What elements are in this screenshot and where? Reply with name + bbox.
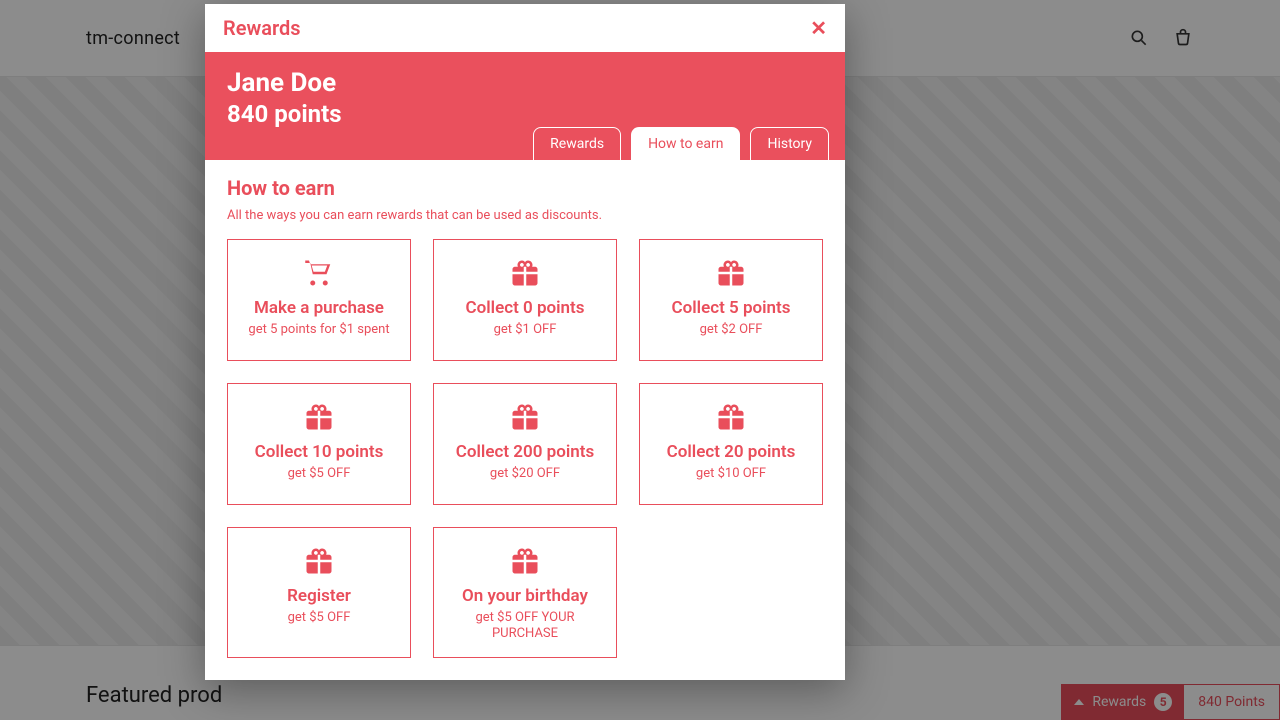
gift-icon	[509, 258, 541, 288]
gift-icon	[303, 546, 335, 576]
earn-card-desc: get $2 OFF	[700, 322, 763, 338]
earn-card[interactable]: Make a purchase get 5 points for $1 spent	[227, 239, 411, 361]
user-points: 840 points	[227, 100, 823, 128]
modal-header: Rewards ✕	[205, 4, 845, 52]
tab-history[interactable]: History	[750, 127, 829, 160]
modal-hero: Jane Doe 840 points Rewards How to earn …	[205, 52, 845, 160]
earn-card[interactable]: Register get $5 OFF	[227, 527, 411, 658]
earn-card[interactable]: Collect 20 points get $10 OFF	[639, 383, 823, 505]
earn-card-desc: get $1 OFF	[494, 322, 557, 338]
earn-card-title: Collect 200 points	[456, 442, 594, 462]
close-icon[interactable]: ✕	[810, 18, 827, 38]
user-name: Jane Doe	[227, 68, 823, 98]
earn-card-title: Register	[287, 586, 351, 606]
earn-card[interactable]: Collect 10 points get $5 OFF	[227, 383, 411, 505]
gift-icon	[303, 402, 335, 432]
modal-title: Rewards	[223, 16, 301, 40]
tab-how-to-earn[interactable]: How to earn	[631, 127, 740, 160]
earn-card[interactable]: On your birthday get $5 OFF YOUR PURCHASE	[433, 527, 617, 658]
earn-card-desc: get $20 OFF	[490, 466, 560, 482]
earn-card-title: Collect 10 points	[255, 442, 384, 462]
earn-card-desc: get $5 OFF	[288, 466, 351, 482]
earn-card-desc: get $10 OFF	[696, 466, 766, 482]
section-title: How to earn	[227, 176, 823, 200]
gift-icon	[509, 546, 541, 576]
earn-card-title: Collect 0 points	[466, 298, 585, 318]
earn-card-desc: get $5 OFF YOUR PURCHASE	[446, 610, 604, 643]
earn-card-title: Make a purchase	[254, 298, 384, 318]
earn-card-desc: get 5 points for $1 spent	[248, 322, 389, 338]
gift-icon	[715, 402, 747, 432]
earn-cards-grid: Make a purchase get 5 points for $1 spent…	[227, 239, 823, 658]
earn-card-title: Collect 20 points	[667, 442, 796, 462]
earn-card-title: On your birthday	[462, 586, 588, 606]
section-subtitle: All the ways you can earn rewards that c…	[227, 208, 823, 223]
earn-card[interactable]: Collect 5 points get $2 OFF	[639, 239, 823, 361]
earn-card[interactable]: Collect 200 points get $20 OFF	[433, 383, 617, 505]
gift-icon	[509, 402, 541, 432]
earn-card-desc: get $5 OFF	[288, 610, 351, 626]
earn-card-title: Collect 5 points	[672, 298, 791, 318]
modal-body: How to earn All the ways you can earn re…	[205, 160, 845, 680]
cart-icon	[302, 258, 336, 288]
rewards-modal: Rewards ✕ Jane Doe 840 points Rewards Ho…	[205, 4, 845, 680]
earn-card[interactable]: Collect 0 points get $1 OFF	[433, 239, 617, 361]
gift-icon	[715, 258, 747, 288]
modal-tabs: Rewards How to earn History	[533, 127, 829, 160]
tab-rewards[interactable]: Rewards	[533, 127, 621, 160]
